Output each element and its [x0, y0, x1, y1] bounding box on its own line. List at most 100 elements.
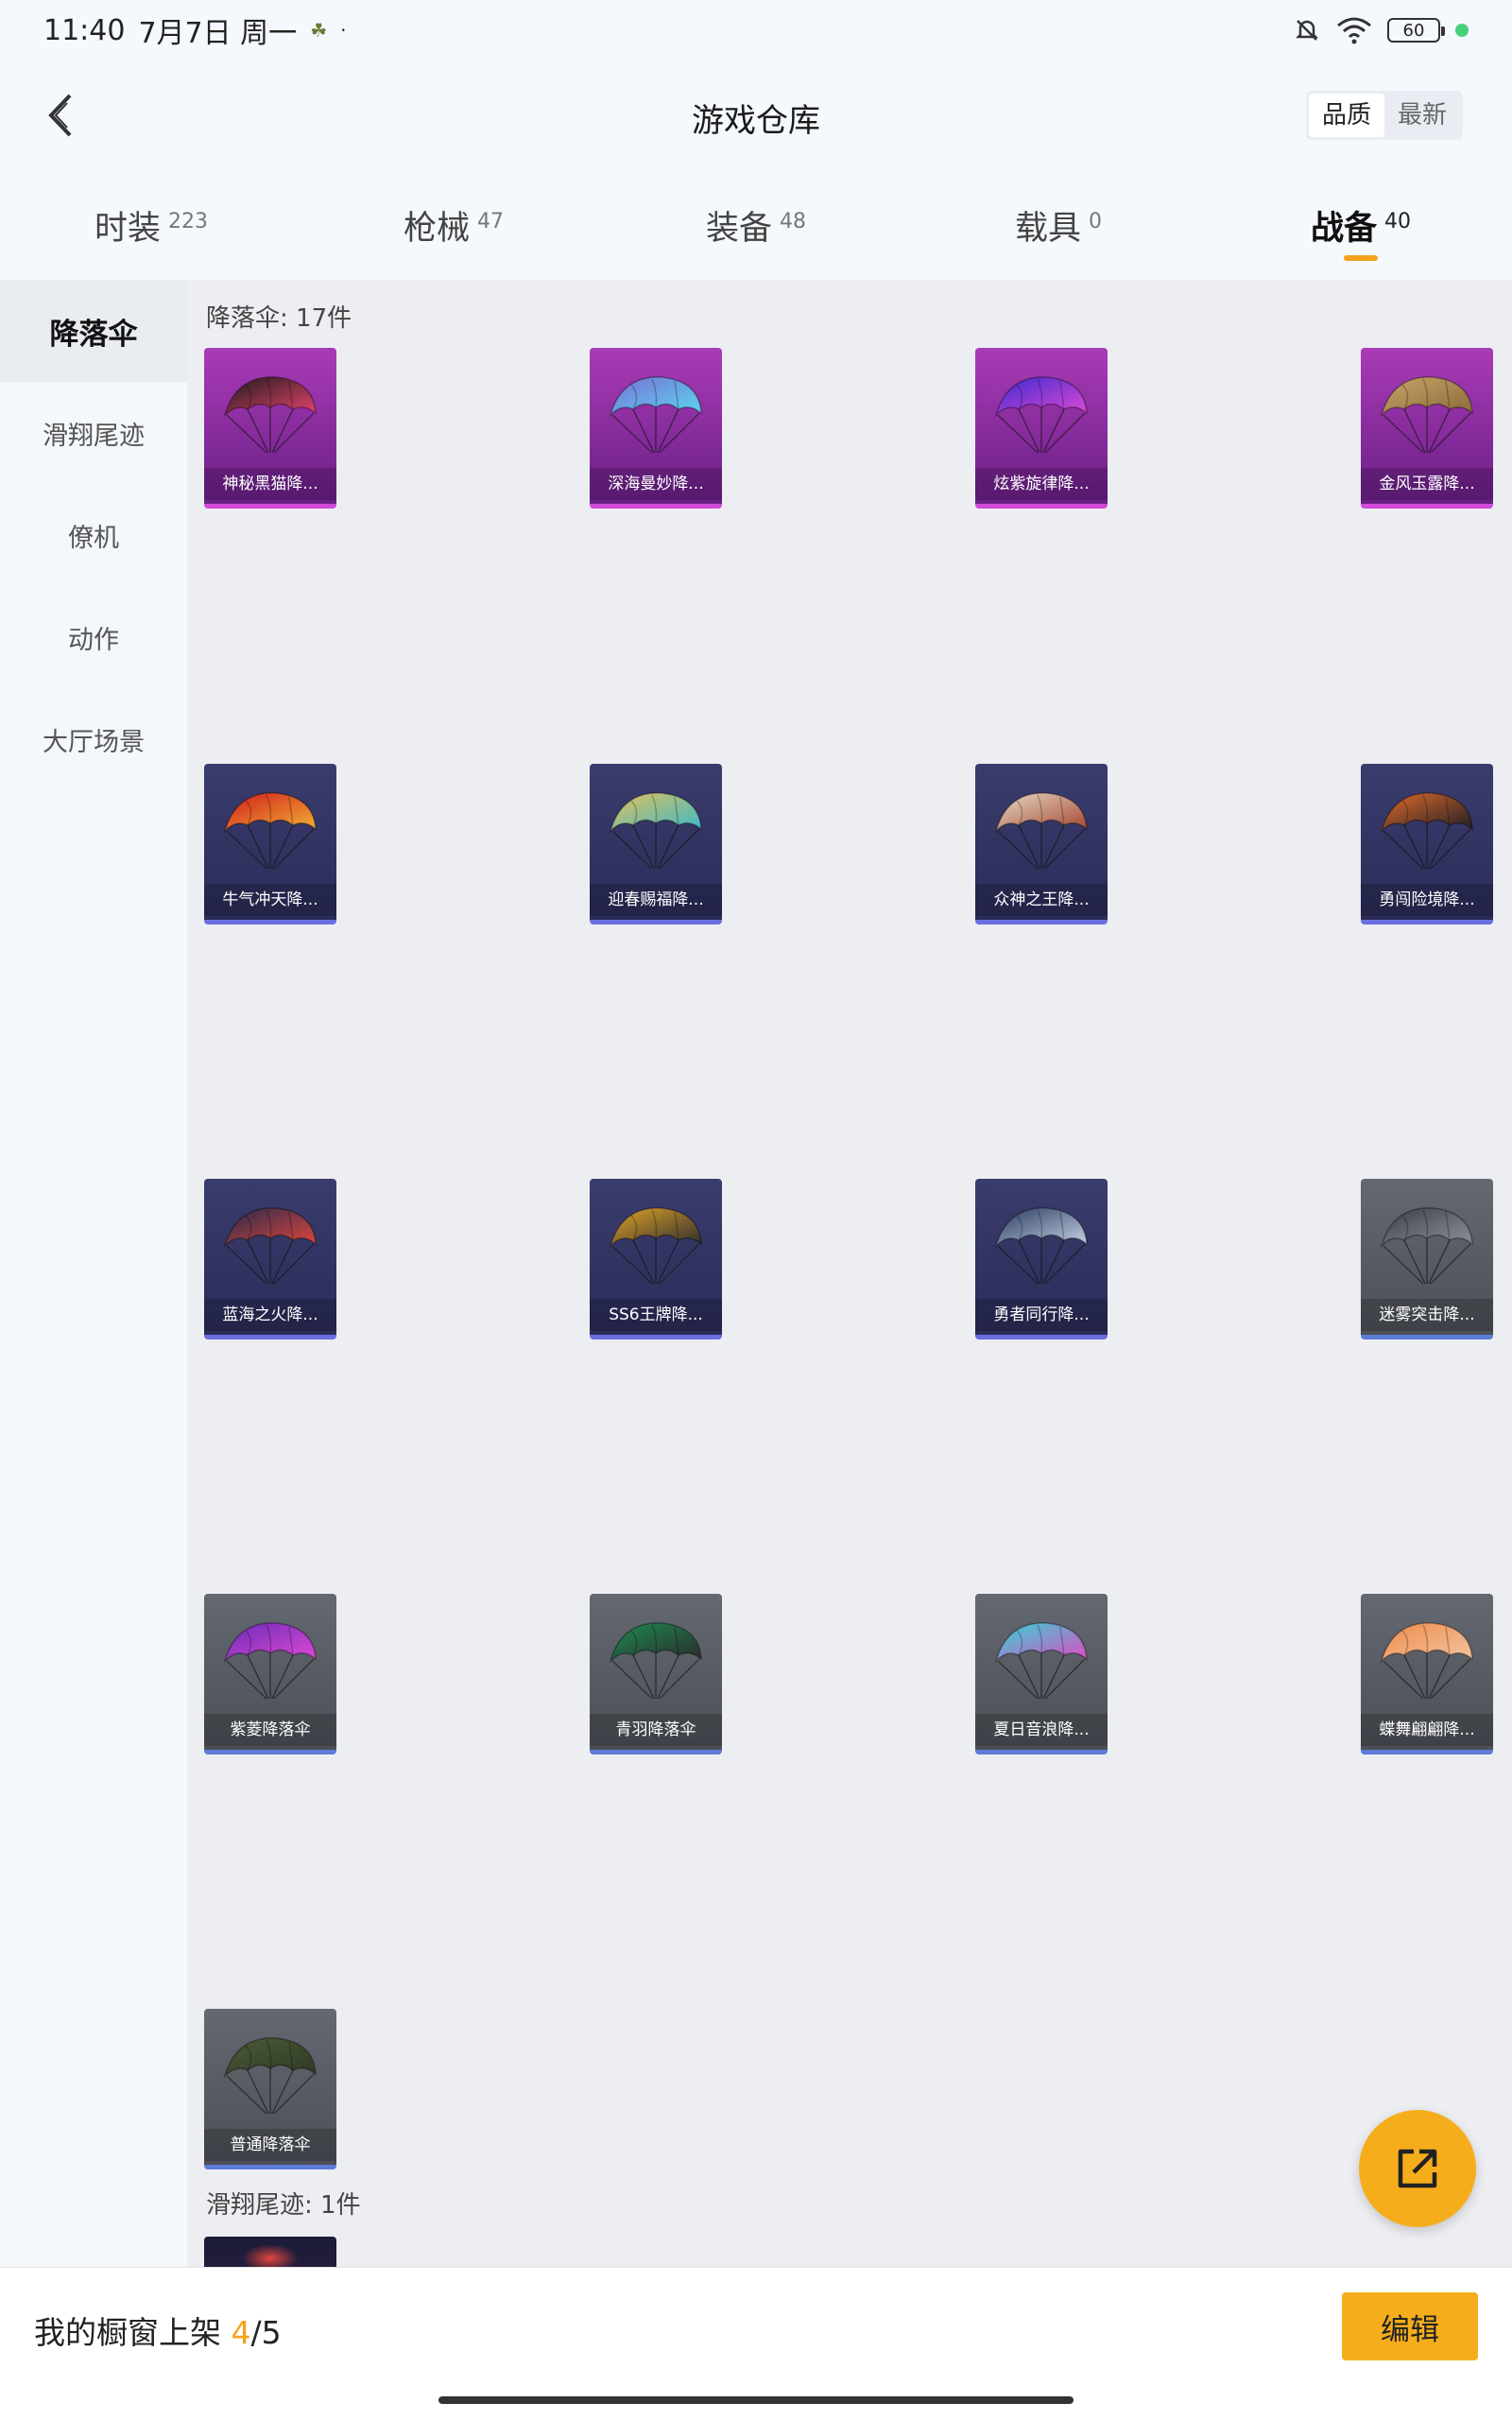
- item-card-label: 紫菱降落伞: [204, 1714, 336, 1746]
- item-card-label: 炫紫旋律降...: [975, 468, 1108, 500]
- tab-label: 载具: [1014, 209, 1081, 248]
- item-card-label: 青羽降落伞: [590, 1714, 722, 1746]
- section-title-glide-trail: 滑翔尾迹: 1件: [206, 2191, 361, 2220]
- edit-button[interactable]: 编辑: [1342, 2292, 1478, 2360]
- status-date: 7月7日 周一: [138, 17, 298, 50]
- item-card[interactable]: 紫菱降落伞: [204, 1594, 336, 1754]
- item-card-label: 迎春赐福降...: [590, 884, 722, 916]
- sidebar-item-wingman[interactable]: 僚机: [0, 484, 187, 586]
- item-card[interactable]: 炫紫旋律降...: [975, 348, 1108, 509]
- green-status-dot: [1455, 24, 1469, 37]
- item-card-label: 蓝海之火降...: [204, 1299, 336, 1331]
- battery-icon: 60: [1387, 18, 1445, 43]
- item-card-label: 众神之王降...: [975, 884, 1108, 916]
- showcase-label: 我的橱窗上架: [34, 2314, 232, 2351]
- battery-level: 60: [1402, 20, 1425, 41]
- item-card-label: SS6王牌降...: [590, 1299, 722, 1331]
- share-button[interactable]: [1359, 2110, 1476, 2227]
- item-card[interactable]: 勇者同行降...: [975, 1179, 1108, 1340]
- item-card[interactable]: 青羽降落伞: [590, 1594, 722, 1754]
- glide-trail-art: [242, 2244, 299, 2267]
- item-card-label: 勇闯险境降...: [1361, 884, 1493, 916]
- item-card-label: 夏日音浪降...: [975, 1714, 1108, 1746]
- page-title: 游戏仓库: [692, 102, 820, 140]
- tab-label: 战备: [1310, 209, 1377, 248]
- parachute-icon: [1361, 771, 1493, 887]
- parachute-icon: [204, 1186, 336, 1302]
- section-title-parachute: 降落伞: 17件: [206, 304, 352, 333]
- tab-equipment[interactable]: 装备 48: [605, 170, 907, 280]
- sidebar-item-parachute[interactable]: 降落伞: [0, 280, 187, 382]
- parachute-icon: [1361, 1186, 1493, 1302]
- sort-toggle: 品质 最新: [1305, 91, 1463, 140]
- active-tab-indicator: [1344, 255, 1378, 261]
- tab-fashion[interactable]: 时装 223: [0, 170, 302, 280]
- parachute-icon: [590, 355, 722, 471]
- parachute-icon: [590, 1186, 722, 1302]
- showcase-status: 我的橱窗上架 4/5: [34, 2308, 282, 2353]
- parachute-icon: [204, 2016, 336, 2132]
- tab-combat-gear[interactable]: 战备 40: [1210, 170, 1512, 280]
- sidebar-item-emote[interactable]: 动作: [0, 586, 187, 688]
- glide-trail-card[interactable]: [204, 2237, 336, 2267]
- item-card-label: 牛气冲天降...: [204, 884, 336, 916]
- header: 游戏仓库 品质 最新: [0, 60, 1512, 170]
- parachute-icon: [204, 355, 336, 471]
- home-indicator[interactable]: [438, 2396, 1074, 2404]
- item-card-label: 蝶舞翩翩降...: [1361, 1714, 1493, 1746]
- tab-count: 40: [1384, 209, 1411, 233]
- tab-count: 47: [477, 209, 504, 233]
- category-tabs: 时装 223 枪械 47 装备 48 载具 0 战备 40: [0, 170, 1512, 280]
- status-bar: 11:40 7月7日 周一 ☘ · 60: [0, 0, 1512, 60]
- item-card-label: 普通降落伞: [204, 2129, 336, 2161]
- item-card[interactable]: 牛气冲天降...: [204, 764, 336, 925]
- showcase-count: 4: [231, 2314, 251, 2351]
- showcase-total: /5: [250, 2314, 282, 2351]
- sidebar: 降落伞 滑翔尾迹 僚机 动作 大厅场景: [0, 280, 187, 2267]
- item-card[interactable]: 金风玉露降...: [1361, 348, 1493, 509]
- tab-label: 枪械: [403, 209, 470, 248]
- item-grid: 降落伞: 17件 滑翔尾迹: 1件 神秘黑猫降... 深海曼妙降... 炫紫旋律降.…: [187, 280, 1512, 2267]
- item-card[interactable]: 迷雾突击降...: [1361, 1179, 1493, 1340]
- sidebar-item-glide-trail[interactable]: 滑翔尾迹: [0, 382, 187, 484]
- status-time: 11:40: [43, 13, 126, 47]
- parachute-icon: [975, 1601, 1108, 1717]
- item-card[interactable]: 深海曼妙降...: [590, 348, 722, 509]
- external-link-icon: [1398, 2149, 1437, 2188]
- parachute-icon: [975, 771, 1108, 887]
- app-notification-icon: ☘: [310, 19, 328, 42]
- item-card[interactable]: 众神之王降...: [975, 764, 1108, 925]
- parachute-icon: [1361, 1601, 1493, 1717]
- parachute-icon: [204, 771, 336, 887]
- sort-by-quality-button[interactable]: 品质: [1308, 94, 1384, 137]
- parachute-icon: [975, 1186, 1108, 1302]
- more-notifications-icon: ·: [340, 19, 347, 42]
- mute-bell-icon: [1295, 20, 1319, 41]
- item-card[interactable]: 普通降落伞: [204, 2009, 336, 2169]
- bottom-bar: 我的橱窗上架 4/5 编辑: [0, 2267, 1512, 2420]
- tab-weapons[interactable]: 枪械 47: [302, 170, 605, 280]
- wifi-icon: [1337, 17, 1371, 44]
- item-card[interactable]: 神秘黑猫降...: [204, 348, 336, 509]
- item-card[interactable]: 夏日音浪降...: [975, 1594, 1108, 1754]
- parachute-icon: [975, 355, 1108, 471]
- item-card[interactable]: 蓝海之火降...: [204, 1179, 336, 1340]
- sidebar-item-lobby-scene[interactable]: 大厅场景: [0, 688, 187, 790]
- item-card[interactable]: SS6王牌降...: [590, 1179, 722, 1340]
- item-card[interactable]: 迎春赐福降...: [590, 764, 722, 925]
- parachute-icon: [204, 1601, 336, 1717]
- item-card-label: 勇者同行降...: [975, 1299, 1108, 1331]
- tab-label: 时装: [94, 209, 161, 248]
- sort-by-newest-button[interactable]: 最新: [1384, 94, 1460, 137]
- item-card-label: 金风玉露降...: [1361, 468, 1493, 500]
- item-card-label: 深海曼妙降...: [590, 468, 722, 500]
- tab-count: 0: [1089, 209, 1102, 233]
- parachute-icon: [590, 1601, 722, 1717]
- tab-label: 装备: [705, 209, 772, 248]
- parachute-icon: [590, 771, 722, 887]
- item-card[interactable]: 蝶舞翩翩降...: [1361, 1594, 1493, 1754]
- tab-count: 48: [780, 209, 806, 233]
- item-card[interactable]: 勇闯险境降...: [1361, 764, 1493, 925]
- tab-vehicles[interactable]: 载具 0: [907, 170, 1210, 280]
- tab-count: 223: [168, 209, 208, 233]
